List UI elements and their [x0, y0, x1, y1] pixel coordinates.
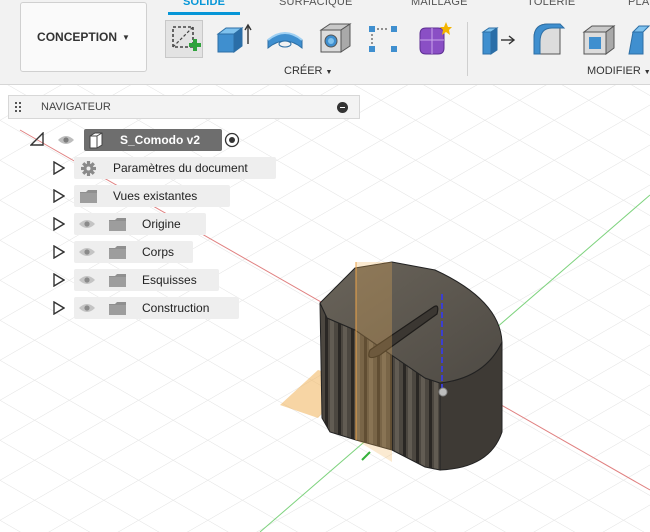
tab-plastique[interactable]: PLA — [628, 0, 649, 8]
fillet-tool[interactable] — [530, 20, 568, 58]
tree-item-label: Construction — [142, 301, 210, 315]
modify-menu-button[interactable]: MODIFIER▼ — [587, 65, 650, 77]
tree-item-label: Origine — [142, 217, 181, 231]
shell-icon — [582, 25, 616, 55]
collapse-navigator-icon[interactable] — [337, 102, 348, 113]
folder-icon — [109, 302, 126, 315]
new-sketch-tool[interactable] — [165, 20, 203, 58]
visibility-eye-icon[interactable] — [78, 302, 96, 314]
visibility-eye-icon[interactable] — [78, 218, 96, 230]
tree-item[interactable]: Construction — [0, 297, 360, 319]
draft-icon — [628, 25, 650, 55]
tab-surfacique[interactable]: SURFACIQUE — [279, 0, 353, 8]
gear-icon — [81, 161, 96, 176]
toolbar-separator — [467, 22, 468, 76]
folder-icon — [109, 246, 126, 259]
new-sketch-icon — [172, 26, 201, 51]
component-icon — [89, 132, 103, 149]
sketch-plane — [356, 262, 392, 462]
tree-item[interactable]: Corps — [0, 241, 360, 263]
tree-item[interactable]: Paramètres du document — [0, 157, 360, 179]
rectangular-pattern-tool[interactable] — [364, 20, 402, 58]
folder-icon — [80, 190, 97, 203]
press-pull-icon — [481, 27, 516, 55]
origin-point — [438, 387, 448, 397]
tree-item-label: Vues existantes — [113, 189, 198, 203]
tab-maillage[interactable]: MAILLAGE — [411, 0, 468, 8]
visibility-eye-icon[interactable] — [78, 246, 96, 258]
shell-tool[interactable] — [580, 20, 618, 58]
create-menu-label: CRÉER — [284, 65, 323, 77]
activate-component-icon[interactable] — [224, 132, 240, 148]
tree-item[interactable]: Origine — [0, 213, 360, 235]
revolve-icon — [267, 32, 303, 50]
tree-collapsed-icon[interactable] — [52, 245, 65, 259]
tree-collapsed-icon[interactable] — [52, 189, 65, 203]
folder-icon — [109, 218, 126, 231]
create-form-tool[interactable] — [414, 20, 452, 58]
extrude-icon — [216, 23, 252, 53]
chevron-down-icon: ▼ — [122, 32, 130, 42]
press-pull-tool[interactable] — [479, 20, 517, 58]
visibility-eye-icon[interactable] — [78, 274, 96, 286]
revolve-tool[interactable] — [266, 20, 304, 58]
create-menu-button[interactable]: CRÉER ▼ — [284, 65, 332, 77]
tree-root-label: S_Comodo v2 — [120, 133, 201, 147]
pattern-icon — [369, 26, 397, 52]
tab-tolerie[interactable]: TÔLERIE — [527, 0, 575, 8]
fillet-icon — [533, 23, 566, 55]
tree-item-label: Esquisses — [142, 273, 197, 287]
hole-icon — [319, 23, 352, 53]
tree-expanded-icon[interactable] — [30, 132, 44, 146]
drag-handle-icon[interactable] — [15, 102, 27, 112]
chevron-down-icon: ▼ — [644, 69, 650, 76]
tree-item[interactable]: Esquisses — [0, 269, 360, 291]
toolbar: CONCEPTION ▼ SOLIDE SURFACIQUE MAILLAGE … — [0, 0, 650, 85]
tree-item-label: Paramètres du document — [113, 161, 248, 175]
tree-collapsed-icon[interactable] — [52, 273, 65, 287]
hole-tool[interactable] — [316, 20, 354, 58]
extrude-tool[interactable] — [214, 20, 252, 58]
workspace-label: CONCEPTION — [37, 30, 118, 44]
tree-item-label: Corps — [142, 245, 175, 259]
tree-collapsed-icon[interactable] — [52, 301, 65, 315]
active-tab-indicator — [168, 12, 240, 15]
tree-collapsed-icon[interactable] — [52, 217, 65, 231]
create-form-icon — [419, 22, 452, 55]
navigator-title: NAVIGATEUR — [41, 101, 111, 113]
workspace-switcher-button[interactable]: CONCEPTION ▼ — [20, 2, 147, 72]
modify-menu-label: MODIFIER — [587, 65, 641, 77]
tab-solide[interactable]: SOLIDE — [183, 0, 225, 8]
navigator-header[interactable]: NAVIGATEUR — [8, 95, 360, 119]
draft-tool[interactable] — [627, 20, 650, 58]
visibility-eye-icon[interactable] — [57, 134, 75, 146]
chevron-down-icon: ▼ — [325, 69, 333, 76]
folder-icon — [109, 274, 126, 287]
tree-collapsed-icon[interactable] — [52, 161, 65, 175]
tree-item[interactable]: Vues existantes — [0, 185, 360, 207]
